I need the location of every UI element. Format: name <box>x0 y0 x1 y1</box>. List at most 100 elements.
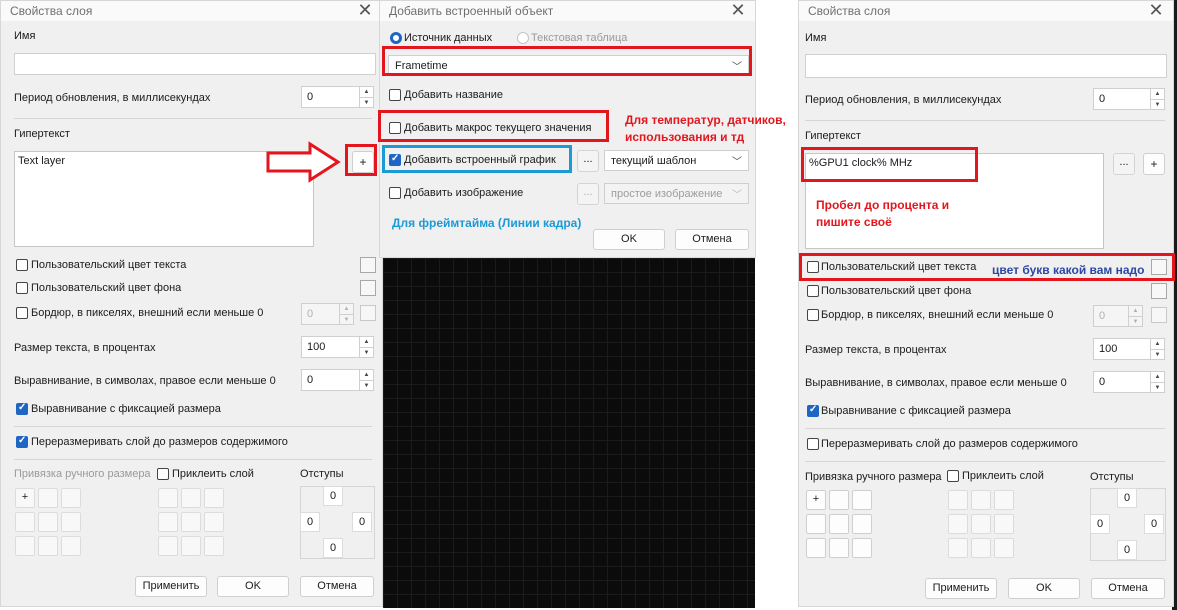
stick-cell[interactable] <box>181 536 201 556</box>
down-arrow-icon[interactable]: ▼ <box>1151 349 1164 359</box>
text-size-spinner[interactable]: 100 ▲ ▼ <box>1093 338 1165 360</box>
align-spinner[interactable]: 0 ▲ ▼ <box>301 369 374 391</box>
cancel-button[interactable]: Отмена <box>300 576 374 597</box>
offset-top[interactable]: 0 <box>1117 488 1137 508</box>
up-arrow-icon[interactable]: ▲ <box>360 370 373 380</box>
stick-cell[interactable] <box>948 514 968 534</box>
text-table-radio[interactable] <box>517 32 529 44</box>
close-icon[interactable]: ✕ <box>1141 1 1171 21</box>
stick-cell[interactable] <box>994 538 1014 558</box>
anchor-cell[interactable] <box>852 538 872 558</box>
anchor-cell[interactable] <box>829 538 849 558</box>
fixed-align-checkbox[interactable] <box>807 404 819 417</box>
up-arrow-icon[interactable]: ▲ <box>360 87 373 97</box>
up-arrow-icon[interactable]: ▲ <box>1151 372 1164 382</box>
stick-layer-checkbox[interactable] <box>157 468 169 480</box>
down-arrow-icon[interactable]: ▼ <box>1151 99 1164 109</box>
offset-right[interactable]: 0 <box>1144 514 1164 534</box>
stick-cell[interactable] <box>181 488 201 508</box>
down-arrow-icon[interactable]: ▼ <box>360 380 373 390</box>
text-size-spinner[interactable]: 100 ▲ ▼ <box>301 336 374 358</box>
anchor-cell[interactable]: + <box>15 488 35 508</box>
anchor-cell[interactable] <box>15 536 35 556</box>
close-icon[interactable]: ✕ <box>723 1 753 21</box>
spinner-arrows[interactable]: ▲ ▼ <box>1150 339 1164 359</box>
spinner-arrows[interactable]: ▲ ▼ <box>1150 89 1164 109</box>
stick-cell[interactable] <box>204 488 224 508</box>
apply-button[interactable]: Применить <box>925 578 997 599</box>
close-icon[interactable]: ✕ <box>350 1 380 21</box>
period-spinner[interactable]: 0 ▲ ▼ <box>1093 88 1165 110</box>
offset-left[interactable]: 0 <box>1090 514 1110 534</box>
anchor-cell[interactable] <box>806 514 826 534</box>
up-arrow-icon[interactable]: ▲ <box>360 337 373 347</box>
period-spinner[interactable]: 0 ▲ ▼ <box>301 86 374 108</box>
spinner-arrows[interactable]: ▲ ▼ <box>359 370 373 390</box>
up-arrow-icon[interactable]: ▲ <box>1151 339 1164 349</box>
ok-button[interactable]: OK <box>593 229 665 250</box>
spinner-arrows[interactable]: ▲ ▼ <box>359 337 373 357</box>
fixed-align-checkbox[interactable] <box>16 402 28 415</box>
bg-color-swatch[interactable] <box>360 280 376 296</box>
stick-cell[interactable] <box>158 488 178 508</box>
add-image-checkbox[interactable] <box>389 187 401 199</box>
offset-left[interactable]: 0 <box>300 512 320 532</box>
stick-cell[interactable] <box>971 538 991 558</box>
apply-button[interactable]: Применить <box>135 576 207 597</box>
offset-right[interactable]: 0 <box>352 512 372 532</box>
down-arrow-icon[interactable]: ▼ <box>1151 382 1164 392</box>
add-name-checkbox[interactable] <box>389 89 401 101</box>
add-object-button[interactable]: + <box>1143 153 1165 175</box>
stick-layer-checkbox[interactable] <box>947 470 959 482</box>
graph-template-select[interactable]: текущий шаблон ﹀ <box>604 150 749 171</box>
anchor-cell[interactable] <box>15 512 35 532</box>
stick-cell[interactable] <box>948 490 968 510</box>
up-arrow-icon[interactable]: ▲ <box>1151 89 1164 99</box>
anchor-cell[interactable] <box>38 536 58 556</box>
down-arrow-icon[interactable]: ▼ <box>360 97 373 107</box>
stick-cell[interactable] <box>971 490 991 510</box>
stick-cell[interactable] <box>994 514 1014 534</box>
anchor-cell[interactable] <box>61 536 81 556</box>
stick-cell[interactable] <box>948 538 968 558</box>
anchor-cell[interactable] <box>852 514 872 534</box>
custom-bg-color-checkbox[interactable] <box>807 285 819 297</box>
stick-cell[interactable] <box>994 490 1014 510</box>
anchor-cell[interactable] <box>852 490 872 510</box>
border-checkbox[interactable] <box>16 307 28 319</box>
spinner-arrows[interactable]: ▲ ▼ <box>1150 372 1164 392</box>
cancel-button[interactable]: Отмена <box>675 229 749 250</box>
anchor-cell[interactable] <box>61 488 81 508</box>
stick-cell[interactable] <box>204 536 224 556</box>
stick-cell[interactable] <box>971 514 991 534</box>
cancel-button[interactable]: Отмена <box>1091 578 1165 599</box>
offset-top[interactable]: 0 <box>323 486 343 506</box>
text-color-swatch[interactable] <box>360 257 376 273</box>
anchor-cell[interactable] <box>38 512 58 532</box>
anchor-cell[interactable]: + <box>806 490 826 510</box>
anchor-cell[interactable] <box>829 514 849 534</box>
bg-color-swatch[interactable] <box>1151 283 1167 299</box>
spinner-arrows[interactable]: ▲ ▼ <box>359 87 373 107</box>
offset-bottom[interactable]: 0 <box>1117 540 1137 560</box>
hypertext-settings-button[interactable]: ... <box>1113 153 1135 175</box>
stick-cell[interactable] <box>204 512 224 532</box>
stick-cell[interactable] <box>158 512 178 532</box>
anchor-cell[interactable] <box>61 512 81 532</box>
resize-layer-checkbox[interactable] <box>807 438 819 450</box>
anchor-cell[interactable] <box>806 538 826 558</box>
ok-button[interactable]: OK <box>217 576 289 597</box>
border-checkbox[interactable] <box>807 309 819 321</box>
custom-text-color-checkbox[interactable] <box>16 259 28 271</box>
graph-settings-button[interactable]: ... <box>577 150 599 172</box>
data-source-radio[interactable] <box>390 32 402 44</box>
resize-layer-checkbox[interactable] <box>16 435 28 448</box>
anchor-cell[interactable] <box>38 488 58 508</box>
stick-cell[interactable] <box>158 536 178 556</box>
name-input[interactable] <box>805 54 1167 78</box>
down-arrow-icon[interactable]: ▼ <box>360 347 373 357</box>
stick-cell[interactable] <box>181 512 201 532</box>
ok-button[interactable]: OK <box>1008 578 1080 599</box>
anchor-cell[interactable] <box>829 490 849 510</box>
name-input[interactable] <box>14 53 376 75</box>
